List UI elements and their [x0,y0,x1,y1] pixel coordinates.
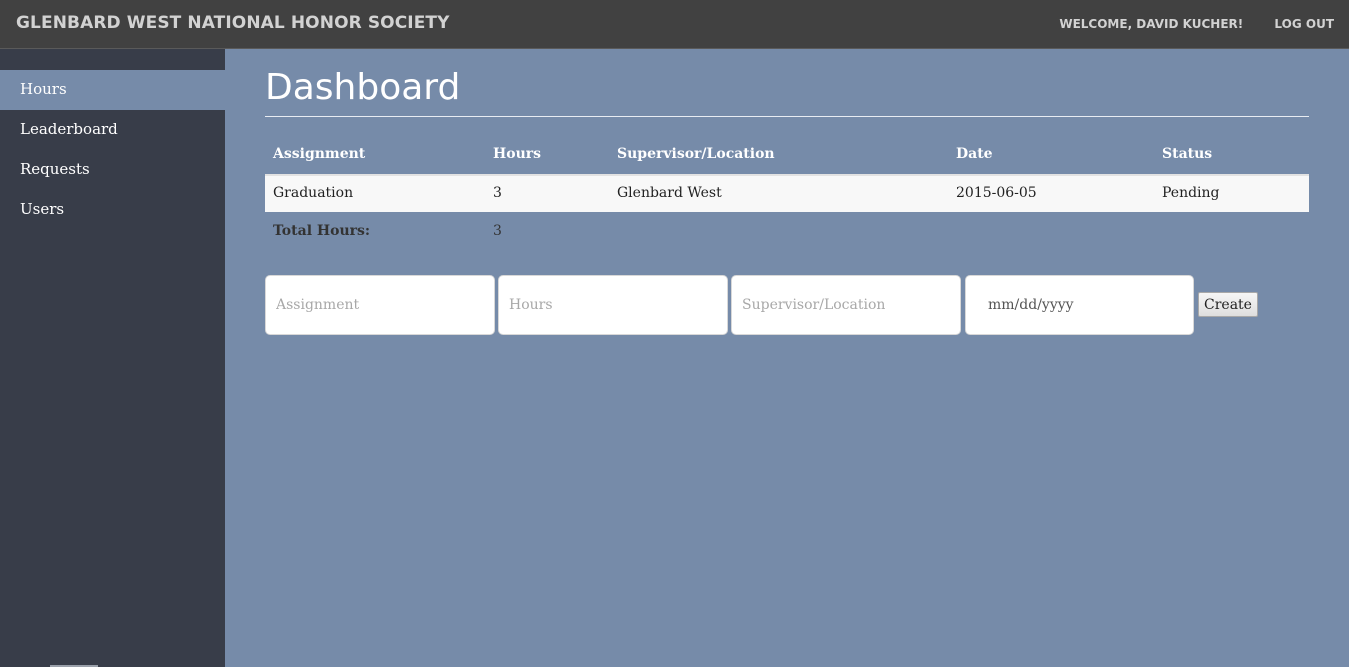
total-hours-value: 3 [493,223,502,239]
sidebar-item-leaderboard[interactable]: Leaderboard [0,110,225,150]
welcome-link[interactable]: WELCOME, DAVID KUCHER! [1059,17,1243,31]
column-header-hours: Hours [493,146,542,162]
top-nav: WELCOME, DAVID KUCHER! LOG OUT [1032,17,1334,31]
date-input[interactable]: mm/dd/yyyy [965,275,1194,335]
sidebar-item-hours[interactable]: Hours [0,70,225,110]
top-bar: GLENBARD WEST NATIONAL HONOR SOCIETY WEL… [0,0,1349,49]
title-divider [265,116,1309,117]
cell-date: 2015-06-05 [956,185,1037,201]
total-hours-label: Total Hours: [273,223,371,239]
create-button[interactable]: Create [1198,292,1258,317]
table-total-row: Total Hours: 3 [265,212,1309,250]
hours-input[interactable] [498,275,728,335]
page-title: Dashboard [265,67,461,108]
cell-status: Pending [1162,185,1220,201]
sidebar-item-users[interactable]: Users [0,190,225,230]
sidebar-item-requests[interactable]: Requests [0,150,225,190]
site-title[interactable]: GLENBARD WEST NATIONAL HONOR SOCIETY [16,13,450,33]
column-header-assignment: Assignment [273,146,366,162]
sidebar: Hours Leaderboard Requests Users [0,49,225,667]
table-header: Assignment Hours Supervisor/Location Dat… [265,135,1309,173]
cell-hours: 3 [493,185,502,201]
column-header-date: Date [956,146,993,162]
column-header-status: Status [1162,146,1213,162]
table-row: Graduation 3 Glenbard West 2015-06-05 Pe… [265,174,1309,212]
logout-link[interactable]: LOG OUT [1274,17,1334,31]
supervisor-location-input[interactable] [731,275,961,335]
column-header-supervisor: Supervisor/Location [617,146,775,162]
assignment-input[interactable] [265,275,495,335]
cell-assignment: Graduation [273,185,354,201]
cell-supervisor: Glenbard West [617,185,722,201]
